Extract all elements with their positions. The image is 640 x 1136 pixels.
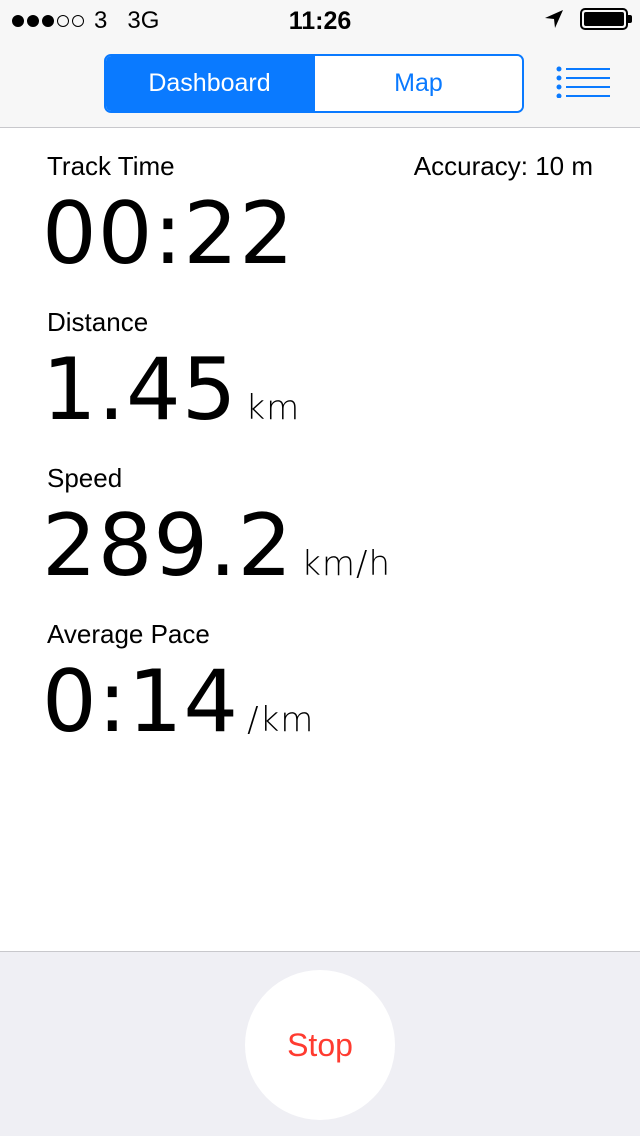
average-pace-label: Average Pace bbox=[47, 619, 210, 649]
accuracy-value: 10 m bbox=[535, 151, 593, 181]
list-menu-icon[interactable] bbox=[556, 66, 610, 98]
view-switcher: Dashboard Map bbox=[104, 54, 524, 113]
average-pace-value: 0:14 bbox=[42, 652, 240, 752]
distance-label: Distance bbox=[47, 307, 149, 337]
average-pace-value-row: 0:14/km bbox=[42, 659, 314, 745]
stats-panel: Track Time Accuracy: 10 m 00:22 Distance… bbox=[0, 129, 640, 951]
stop-button[interactable]: Stop bbox=[245, 970, 395, 1120]
average-pace-unit: /km bbox=[247, 700, 315, 740]
track-time-label: Track Time bbox=[47, 151, 175, 181]
distance-unit: km bbox=[245, 388, 301, 428]
speed-value: 289.2 bbox=[42, 496, 294, 596]
track-time-value: 00:22 bbox=[42, 184, 295, 284]
status-bar: 3 3G 11:26 bbox=[0, 0, 640, 40]
distance-value-row: 1.45 km bbox=[42, 347, 300, 433]
distance-value: 1.45 bbox=[42, 340, 238, 440]
tab-map[interactable]: Map bbox=[313, 56, 522, 111]
status-right bbox=[544, 8, 632, 30]
location-arrow-icon bbox=[545, 10, 563, 28]
speed-unit: km/h bbox=[301, 544, 392, 584]
tab-dashboard[interactable]: Dashboard bbox=[106, 56, 313, 111]
bottom-bar: Stop bbox=[0, 951, 640, 1136]
speed-value-row: 289.2 km/h bbox=[42, 503, 391, 589]
speed-label: Speed bbox=[47, 463, 123, 493]
accuracy-label: Accuracy: bbox=[413, 151, 528, 181]
app: 3 3G 11:26 Dashboard Map Track Time Accu… bbox=[0, 0, 640, 1136]
battery-icon bbox=[580, 8, 632, 30]
accuracy-readout: Accuracy: 10 m bbox=[414, 151, 593, 182]
track-time-value-row: 00:22 bbox=[42, 191, 295, 277]
top-bar: 3 3G 11:26 Dashboard Map bbox=[0, 0, 640, 128]
